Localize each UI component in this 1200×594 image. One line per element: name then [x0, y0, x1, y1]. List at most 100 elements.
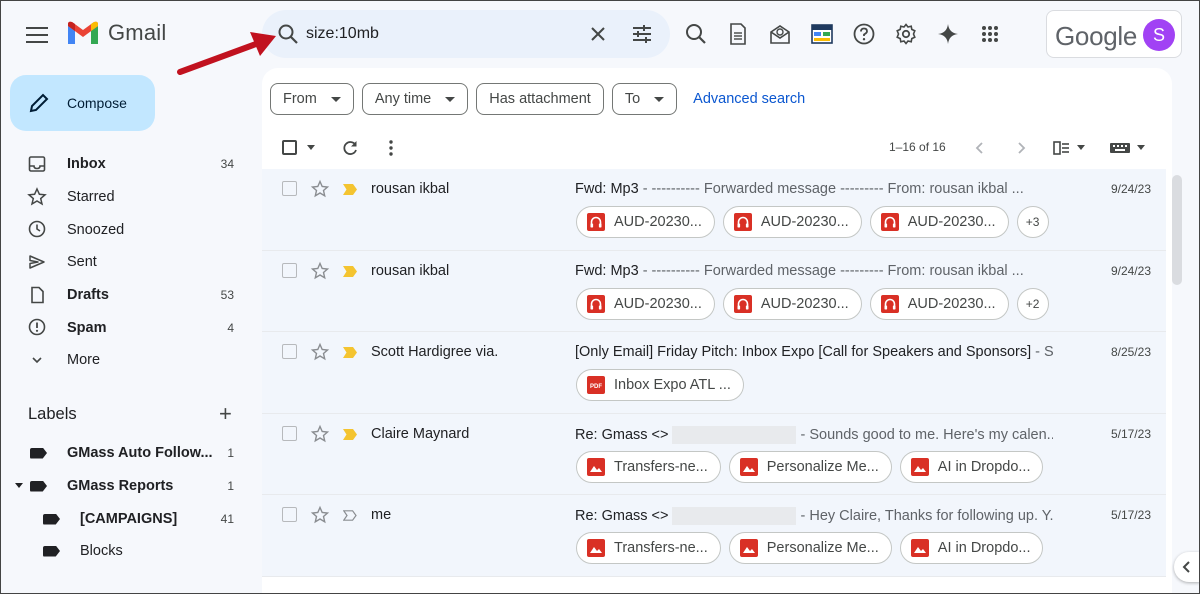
attachment-chip[interactable]: AUD-20230... — [722, 287, 862, 320]
image-file-icon — [910, 539, 929, 557]
search-bar[interactable] — [262, 10, 670, 58]
email-row[interactable]: rousan ikbal Fwd: Mp3 - ---------- Forwar… — [262, 250, 1166, 332]
settings-gear-icon[interactable] — [890, 18, 922, 50]
attachment-chip[interactable]: Transfers-ne... — [576, 532, 721, 564]
avatar[interactable]: S — [1143, 19, 1175, 51]
star-icon[interactable] — [310, 179, 330, 199]
sidebar-label-blocks[interactable]: Blocks — [0, 537, 250, 565]
important-marker-icon[interactable] — [343, 264, 357, 277]
sidebar-item-snoozed[interactable]: Snoozed — [0, 213, 250, 246]
star-icon[interactable] — [310, 424, 330, 444]
document-icon[interactable] — [722, 18, 754, 50]
row-checkbox[interactable] — [282, 425, 297, 441]
gmail-logo[interactable]: Gmail — [66, 20, 166, 46]
email-row[interactable]: rousan ikbal Fwd: Mp3 - ---------- Forwar… — [262, 169, 1166, 251]
sidebar-item-sent[interactable]: Sent — [0, 246, 250, 279]
row-checkbox[interactable] — [282, 262, 297, 278]
email-subject-line: Fwd: Mp3 - ---------- Forwarded message … — [575, 263, 1053, 279]
sidebar-item-label: More — [67, 352, 101, 369]
email-sender: rousan ikbal — [371, 181, 450, 197]
attachment-name: Transfers-ne... — [614, 540, 708, 556]
attachment-chip[interactable]: Personalize Me... — [728, 450, 892, 483]
email-subject: Re: Gmass <> — [575, 507, 669, 524]
star-icon[interactable] — [310, 261, 330, 281]
sidebar-item-inbox[interactable]: Inbox 34 — [0, 148, 250, 181]
gmass-icon[interactable] — [806, 18, 838, 50]
chip-label: To — [624, 91, 641, 107]
annotation-arrow-icon — [177, 32, 276, 75]
scrollbar[interactable] — [1172, 175, 1182, 285]
pdf-file-icon: PDF — [587, 376, 605, 394]
important-marker-icon[interactable] — [342, 508, 357, 521]
gemini-sparkle-icon[interactable] — [932, 18, 964, 50]
row-checkbox[interactable] — [282, 507, 297, 522]
row-checkbox[interactable] — [282, 181, 297, 196]
keyboard-dropdown-icon[interactable] — [1137, 145, 1145, 150]
email-row[interactable]: Scott Hardigree via. [Only Email] Friday … — [262, 332, 1166, 414]
email-list: rousan ikbal Fwd: Mp3 - ---------- Forwar… — [262, 169, 1166, 577]
more-options-icon[interactable] — [381, 138, 401, 158]
attachment-chips: AUD-20230... AUD-20230... AUD-20230... +3 — [576, 206, 1057, 238]
split-pane-dropdown-icon[interactable] — [1077, 145, 1085, 150]
attachment-chip[interactable]: AUD-20230... — [869, 287, 1009, 320]
side-panel-toggle[interactable] — [1174, 552, 1200, 582]
more-attachments-chip[interactable]: +2 — [1016, 287, 1049, 320]
attachment-chip[interactable]: AUD-20230... — [576, 206, 715, 238]
attachment-chip[interactable]: AUD-20230... — [576, 287, 715, 320]
help-icon[interactable] — [848, 18, 880, 50]
compose-button[interactable]: Compose — [10, 75, 155, 131]
search-options-icon[interactable] — [630, 22, 654, 46]
split-pane-icon[interactable] — [1052, 138, 1072, 158]
filter-from-chip[interactable]: From — [270, 83, 354, 115]
sidebar-item-starred[interactable]: Starred — [0, 181, 250, 214]
attachment-name: Inbox Expo ATL ... — [614, 377, 731, 393]
attachment-chip[interactable]: AUD-20230... — [722, 206, 862, 238]
email-row[interactable]: me Re: Gmass <> - Hey Claire, Thanks for … — [262, 495, 1166, 577]
add-label-icon[interactable]: + — [219, 403, 232, 425]
select-dropdown-icon[interactable] — [307, 145, 315, 150]
mail-settings-icon[interactable] — [764, 18, 796, 50]
important-marker-icon[interactable] — [343, 427, 357, 440]
next-page-icon[interactable] — [1011, 138, 1031, 158]
attachment-chip[interactable]: AUD-20230... — [869, 206, 1009, 238]
label-count: 1 — [227, 446, 234, 460]
refresh-icon[interactable] — [340, 138, 360, 158]
sidebar-label-campaigns[interactable]: [CAMPAIGNS] 41 — [0, 505, 250, 533]
sidebar-item-more[interactable]: More — [0, 344, 250, 377]
clear-search-icon[interactable] — [586, 22, 610, 46]
email-subject-line: Re: Gmass <> - Hey Claire, Thanks for fo… — [575, 507, 1053, 525]
attachment-chip[interactable]: PDF Inbox Expo ATL ... — [576, 369, 744, 401]
apps-grid-icon[interactable] — [974, 18, 1006, 50]
label-name: [CAMPAIGNS] — [80, 511, 178, 527]
attachment-name: AUD-20230... — [760, 214, 849, 230]
app-name: Gmail — [108, 20, 167, 45]
important-marker-icon[interactable] — [343, 182, 357, 195]
filter-time-chip[interactable]: Any time — [361, 83, 469, 115]
sidebar-label-gmass-auto-followup[interactable]: GMass Auto Follow... 1 — [0, 439, 250, 467]
star-icon[interactable] — [310, 505, 330, 525]
main-menu-icon[interactable] — [24, 22, 50, 44]
sidebar-label-gmass-reports[interactable]: GMass Reports 1 — [0, 472, 250, 500]
filter-attachment-chip[interactable]: Has attachment — [476, 83, 604, 115]
account-box[interactable]: Google S — [1046, 10, 1182, 58]
star-icon[interactable] — [310, 342, 330, 362]
select-all-checkbox[interactable] — [282, 140, 297, 155]
expand-caret-icon[interactable] — [15, 483, 23, 488]
search-icon[interactable] — [680, 18, 712, 50]
attachment-chip[interactable]: AI in Dropdo... — [899, 532, 1044, 564]
important-marker-icon[interactable] — [343, 345, 357, 358]
row-checkbox[interactable] — [282, 344, 297, 359]
email-row[interactable]: Claire Maynard Re: Gmass <> - Sounds good… — [262, 413, 1166, 495]
attachment-chip[interactable]: AI in Dropdo... — [899, 450, 1044, 483]
more-attachments-chip[interactable]: +3 — [1016, 206, 1049, 238]
toolbar-icons — [680, 18, 1016, 50]
search-input[interactable] — [306, 22, 566, 46]
attachment-chip[interactable]: Transfers-ne... — [576, 450, 721, 483]
sidebar-item-spam[interactable]: Spam 4 — [0, 311, 250, 344]
advanced-search-link[interactable]: Advanced search — [693, 91, 805, 107]
filter-to-chip[interactable]: To — [611, 83, 678, 115]
sidebar-item-drafts[interactable]: Drafts 53 — [0, 279, 250, 312]
attachment-chip[interactable]: Personalize Me... — [728, 532, 892, 564]
keyboard-icon[interactable] — [1108, 138, 1132, 158]
previous-page-icon[interactable] — [970, 138, 990, 158]
